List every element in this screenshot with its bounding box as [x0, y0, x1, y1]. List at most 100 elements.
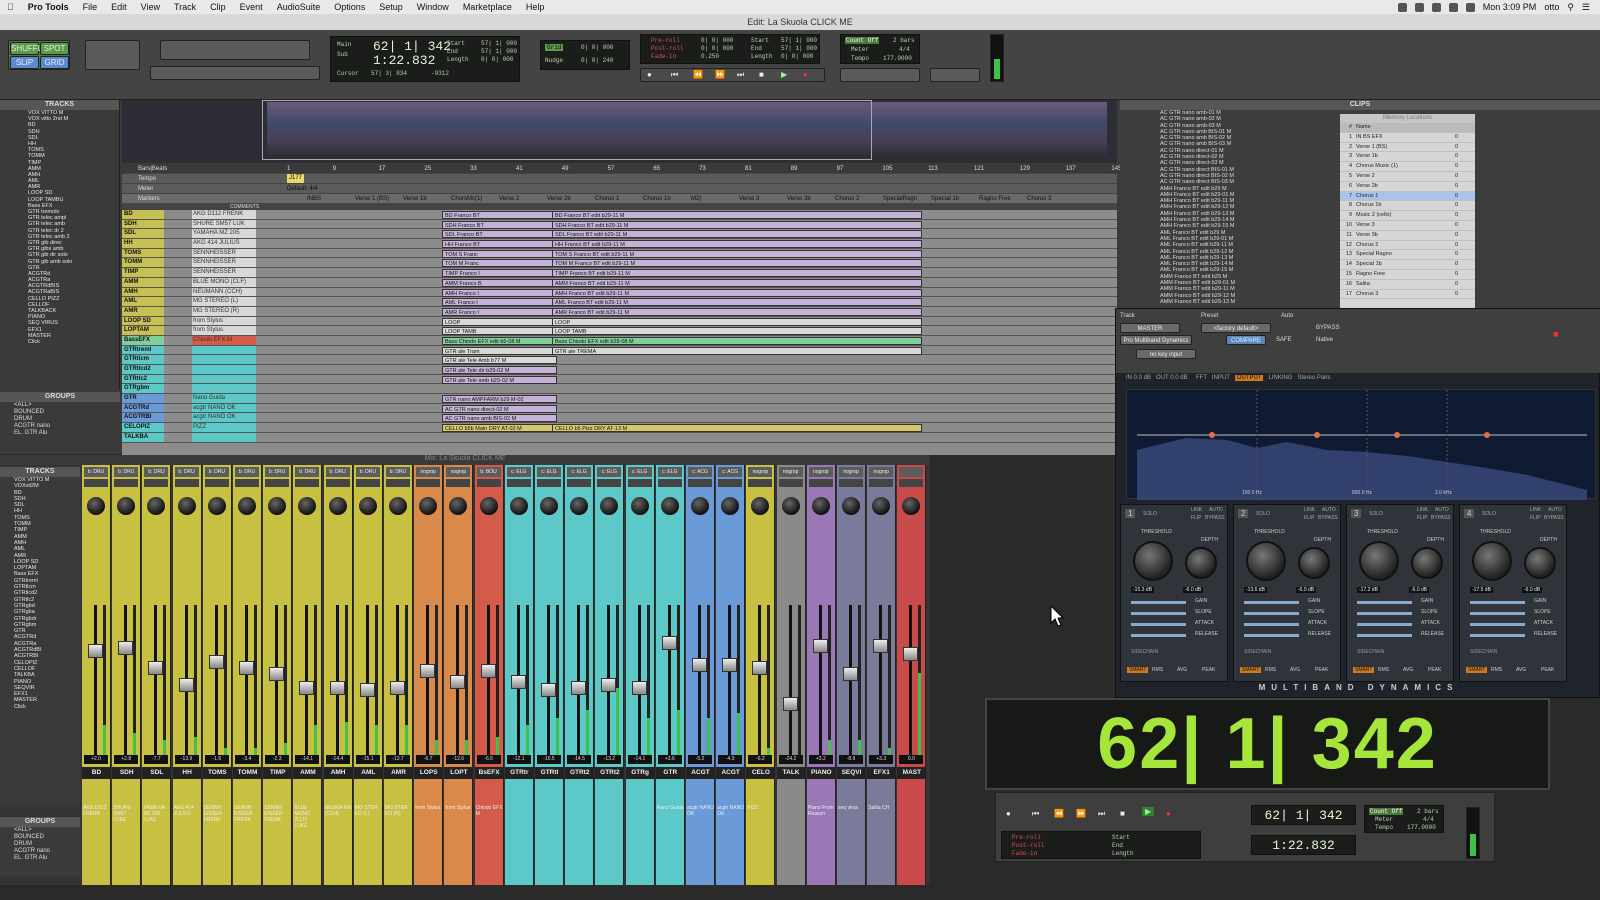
memory-location-row[interactable]: 13 Special Ragno 0 [1340, 250, 1475, 261]
output-button[interactable]: OUTPUT [1234, 375, 1264, 381]
track-comment[interactable]: acgtr NANO OK [192, 403, 256, 413]
audio-clip[interactable]: CELLO b5 Pizz DRY AT-13 M [552, 424, 922, 433]
strip-name[interactable]: GTRt2 [565, 767, 595, 779]
pan-knob[interactable] [207, 497, 226, 515]
strip-comment[interactable]: BLUE MONO (CLF) LUKE [294, 805, 321, 829]
audio-clip[interactable]: GTR nano AMPFARM b29 M-02 [442, 395, 557, 404]
band-link-button[interactable]: LINK [1530, 507, 1541, 513]
volume-readout[interactable]: +3.6 [657, 755, 682, 764]
pan-knob[interactable] [630, 497, 649, 515]
record-icon[interactable]: ● [1166, 809, 1171, 818]
transport-sub-counter[interactable]: 1:22.832 [1251, 835, 1356, 855]
band-auto-button[interactable]: AUTO [1435, 507, 1449, 513]
track-row[interactable]: SDH SHURE SM57 LUK SDH Franco BT SDH Franco… [122, 219, 1117, 230]
menu-audiosuite[interactable]: AudioSuite [270, 2, 328, 12]
release-slider[interactable] [1131, 634, 1186, 637]
volume-fader[interactable] [571, 680, 587, 695]
band-flip-button[interactable]: FLIP [1530, 515, 1541, 521]
mix-tracks-list-item[interactable]: Click [0, 704, 80, 710]
audio-clip[interactable]: Bass Chiodo EFX edit b28-08 M [552, 336, 922, 345]
strip-comment[interactable]: seq virus [838, 805, 865, 811]
volume-readout[interactable]: -13.7 [386, 755, 410, 764]
track-comment[interactable]: AKG 414 JULIUS [192, 239, 256, 248]
strip-comment[interactable]: MG STER EO (R) [385, 805, 412, 817]
strip-comment[interactable]: SHURE SM57 LUKE [113, 805, 140, 823]
zoom-buttons[interactable] [85, 40, 140, 70]
pan-knob[interactable] [570, 497, 589, 515]
audio-clip[interactable]: LOOP TAMB [442, 327, 557, 336]
track-row[interactable]: ACGTRd acgtr NANO OK AC GTR nano direct-02… [122, 403, 1117, 414]
band-auto-button[interactable]: AUTO [1548, 507, 1562, 513]
app-menu[interactable]: Pro Tools [21, 2, 76, 12]
menubar-user[interactable]: otto [1544, 2, 1559, 12]
track-comment[interactable]: PIZZ [192, 423, 256, 432]
automation-mode[interactable] [506, 479, 531, 487]
pan-knob[interactable] [811, 497, 830, 515]
pan-knob[interactable] [87, 497, 105, 515]
menu-marketplace[interactable]: Marketplace [456, 2, 519, 12]
band-flip-button[interactable]: FLIP [1191, 515, 1202, 521]
volume-fader[interactable] [722, 658, 738, 673]
pan-knob[interactable] [691, 497, 709, 515]
track-name[interactable]: AMM [122, 277, 164, 287]
online-icon[interactable]: ● [647, 70, 652, 79]
pan-knob[interactable] [328, 497, 347, 515]
return-to-zero-icon[interactable]: ⏮ [671, 70, 678, 80]
automation-mode[interactable] [778, 479, 803, 487]
volume-readout[interactable]: -16.5 [537, 755, 561, 764]
depth-knob[interactable] [1524, 547, 1556, 579]
audio-clip[interactable]: SDL Franco BT [442, 230, 557, 239]
band-bypass-button[interactable]: BYPASS [1205, 515, 1225, 521]
audio-clip[interactable]: GTR ale Tele dir b29-02 M [442, 366, 557, 374]
strip-comment[interactable]: Piano From Reason [808, 805, 835, 817]
volume-readout[interactable]: -12.6 [446, 755, 471, 764]
big-counter[interactable]: 62| 1| 342 [987, 700, 1548, 788]
io-selector[interactable]: nogrop [808, 467, 833, 477]
io-selector[interactable]: b: DRU [204, 467, 229, 477]
pan-knob[interactable] [660, 497, 679, 515]
pan-knob[interactable] [298, 497, 317, 515]
threshold-knob[interactable] [1472, 541, 1512, 581]
volume-fader[interactable] [631, 680, 647, 695]
automation-mode[interactable] [688, 479, 712, 487]
volume-fader[interactable] [208, 655, 224, 670]
group-item[interactable]: EL. GTR Alu [0, 430, 120, 437]
track-comment[interactable] [192, 374, 256, 384]
marker[interactable]: M2( [691, 194, 701, 204]
track-comment[interactable]: MG STEREO (R) [192, 306, 256, 316]
track-name[interactable]: AMH [122, 287, 164, 297]
volume-fader[interactable] [692, 658, 707, 673]
track-name[interactable]: ACGTRBI [122, 413, 164, 423]
spot-button[interactable]: SPOT [40, 42, 69, 55]
memory-location-row[interactable]: 4 Chorus Music (1) 0 [1340, 162, 1475, 172]
go-to-end-icon[interactable]: ⏭ [1098, 809, 1105, 819]
audio-clip[interactable]: TOM S Franc [442, 249, 557, 258]
memory-location-row[interactable]: 16 Salita 0 [1340, 280, 1475, 290]
track-row[interactable]: GTR Nano Guida GTR nano AMPFARM b29 M-02 [122, 394, 1117, 404]
io-selector[interactable]: b: DRU [295, 467, 320, 477]
automation-mode[interactable] [295, 479, 320, 487]
volume-readout[interactable]: -2.3 [265, 755, 290, 764]
grid-button[interactable]: GRID [40, 56, 69, 69]
menu-event[interactable]: Event [233, 2, 270, 12]
audio-clip[interactable]: AC GTR nano amb BIS-02 M [442, 414, 557, 423]
pan-knob[interactable] [540, 497, 558, 515]
link-controls[interactable] [930, 68, 980, 82]
automation-mode[interactable] [204, 479, 229, 487]
attack-slider[interactable] [1470, 623, 1525, 626]
track-name[interactable]: TOMS [122, 248, 164, 258]
track-row[interactable]: GTRgbm [122, 384, 1117, 395]
track-row[interactable]: SDL YAMAHA MZ 205 SDL Franco BT SDL Franco … [122, 229, 1117, 240]
tool-palette[interactable] [160, 40, 310, 60]
volume-fader[interactable] [88, 644, 103, 659]
depth-value[interactable]: -6.0 dB [1409, 587, 1430, 593]
track-name[interactable]: TOMM [122, 258, 164, 268]
track-row[interactable]: GTRtlc2 GTR ale Tele amb b29-02 M [122, 374, 1117, 385]
track-comment[interactable]: NEUMANN (CCH) [192, 287, 256, 297]
volume-icon[interactable] [1448, 2, 1458, 12]
track-comment[interactable] [192, 384, 256, 394]
io-selector[interactable] [899, 467, 924, 477]
marker[interactable]: Ragno Free [979, 194, 1011, 204]
mix-group-item[interactable]: BOUNCED [0, 834, 80, 841]
strip-comment[interactable]: Nano Guida [657, 805, 684, 811]
